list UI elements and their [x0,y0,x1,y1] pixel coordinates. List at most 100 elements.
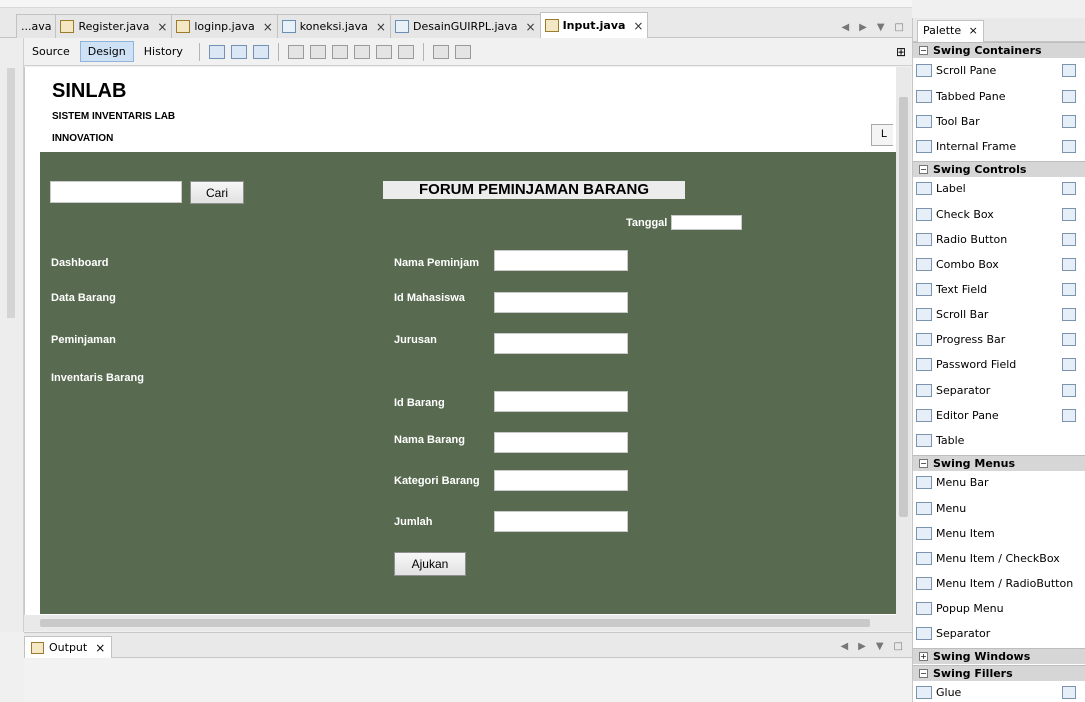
palette-item-text-field[interactable]: Text Field [916,283,987,296]
palette-item-menu[interactable]: Menu [916,502,966,515]
close-icon[interactable]: × [633,19,643,33]
kategori-barang-field[interactable] [494,470,628,491]
vertical-resize-icon[interactable] [454,44,471,59]
palette-item-popup-menu[interactable]: Popup Menu [916,602,1004,615]
tab-desainguirpl-java[interactable]: DesainGUIRPL.java × [389,14,541,38]
search-input[interactable] [50,181,182,203]
close-icon[interactable]: × [376,20,386,34]
category-swing-controls[interactable]: − Swing Controls [913,161,1085,177]
horizontal-scrollbar[interactable] [24,615,912,631]
center-vertically-icon[interactable] [397,44,414,59]
palette-item-menu-separator[interactable]: Separator [916,627,990,640]
palette-item-menu-item-checkbox[interactable]: Menu Item / CheckBox [916,552,1060,565]
palette-item-table[interactable]: Table [916,434,964,447]
id-mahasiswa-field[interactable] [494,292,628,313]
close-icon[interactable]: × [263,20,273,34]
category-swing-containers[interactable]: − Swing Containers [913,42,1085,58]
scrollbar-thumb[interactable] [40,619,870,627]
palette-item-clipped[interactable] [1062,233,1076,246]
palette-item-clipped[interactable] [1062,208,1076,221]
tab-input-java[interactable]: Input.java × [539,12,649,38]
palette-item-clipped[interactable] [1062,258,1076,271]
scroll-left-icon[interactable]: ◀ [841,22,849,33]
dropdown-icon[interactable]: ▼ [876,641,884,652]
palette-item-clipped[interactable] [1062,384,1076,397]
category-swing-windows[interactable]: + Swing Windows [913,648,1085,664]
palette-item-clipped[interactable] [1062,686,1076,699]
palette-item-clipped[interactable] [1062,115,1076,128]
id-barang-field[interactable] [494,391,628,412]
palette-item-clipped[interactable] [1062,358,1076,371]
tab-register-java[interactable]: Register.java × [55,14,173,38]
collapse-icon[interactable]: − [919,46,928,55]
close-icon[interactable]: × [526,20,536,34]
palette-item-internal-frame[interactable]: Internal Frame [916,140,1016,153]
preview-design-icon[interactable] [252,44,269,59]
palette-item-menu-item[interactable]: Menu Item [916,527,995,540]
palette-item-clipped[interactable] [1062,90,1076,103]
collapse-icon[interactable]: − [919,459,928,468]
palette-item-tool-bar[interactable]: Tool Bar [916,115,980,128]
jurusan-field[interactable] [494,333,628,354]
expand-icon[interactable]: + [919,652,928,661]
design-button[interactable]: Design [79,41,134,62]
clipped-button[interactable]: L [871,124,893,146]
align-bottom-icon[interactable] [375,44,392,59]
category-swing-fillers[interactable]: − Swing Fillers [913,665,1085,681]
scrollbar-thumb[interactable] [899,97,908,517]
maximize-icon[interactable]: □ [894,641,903,652]
close-icon[interactable]: × [969,24,978,37]
palette-item-clipped[interactable] [1062,182,1076,195]
palette-item-clipped[interactable] [1062,140,1076,153]
search-button[interactable]: Cari [190,181,244,204]
horizontal-resize-icon[interactable] [432,44,449,59]
align-right-icon[interactable] [309,44,326,59]
palette-item-clipped[interactable] [1062,308,1076,321]
palette-item-editor-pane[interactable]: Editor Pane [916,409,999,422]
align-left-icon[interactable] [287,44,304,59]
palette-item-scroll-pane[interactable]: Scroll Pane [916,64,996,77]
palette-item-password-field[interactable]: Password Field [916,358,1016,371]
palette-item-glue[interactable]: Glue [916,686,961,699]
nama-peminjam-field[interactable] [494,250,628,271]
history-button[interactable]: History [136,41,191,62]
palette-item-label[interactable]: Label [916,182,966,195]
nav-dashboard[interactable]: Dashboard [51,257,108,269]
nama-barang-field[interactable] [494,432,628,453]
tab-loginp-java[interactable]: loginp.java × [171,14,278,38]
dropdown-icon[interactable]: ▼ [877,22,885,33]
palette-item-radio-button[interactable]: Radio Button [916,233,1007,246]
maximize-icon[interactable]: □ [895,22,904,33]
palette-item-tabbed-pane[interactable]: Tabbed Pane [916,90,1005,103]
scroll-right-icon[interactable]: ▶ [859,22,867,33]
palette-item-menu-item-radiobutton[interactable]: Menu Item / RadioButton [916,577,1073,590]
collapse-icon[interactable]: − [919,165,928,174]
palette-tab[interactable]: Palette × [917,20,984,42]
palette-item-combo-box[interactable]: Combo Box [916,258,999,271]
align-top-icon[interactable] [353,44,370,59]
palette-item-clipped[interactable] [1062,283,1076,296]
expand-icon[interactable]: ⊞ [896,45,906,59]
center-horizontally-icon[interactable] [331,44,348,59]
palette-item-menu-bar[interactable]: Menu Bar [916,476,989,489]
collapse-icon[interactable]: − [919,669,928,678]
palette-item-clipped[interactable] [1062,409,1076,422]
submit-button[interactable]: Ajukan [394,552,466,576]
close-icon[interactable]: × [157,20,167,34]
tab-ava[interactable]: ...ava [16,14,57,38]
palette-item-clipped[interactable] [1062,333,1076,346]
nav-peminjaman[interactable]: Peminjaman [51,334,116,346]
vertical-scrollbar[interactable] [896,67,911,615]
source-button[interactable]: Source [24,41,78,62]
date-field[interactable] [671,215,742,230]
selection-mode-icon[interactable] [208,44,225,59]
nav-data-barang[interactable]: Data Barang [51,292,116,304]
palette-item-check-box[interactable]: Check Box [916,208,994,221]
category-swing-menus[interactable]: − Swing Menus [913,455,1085,471]
palette-item-separator[interactable]: Separator [916,384,990,397]
palette-item-clipped[interactable] [1062,64,1076,77]
connection-mode-icon[interactable] [230,44,247,59]
scroll-right-icon[interactable]: ▶ [858,641,866,652]
palette-item-scroll-bar[interactable]: Scroll Bar [916,308,988,321]
tab-koneksi-java[interactable]: koneksi.java × [276,14,391,38]
